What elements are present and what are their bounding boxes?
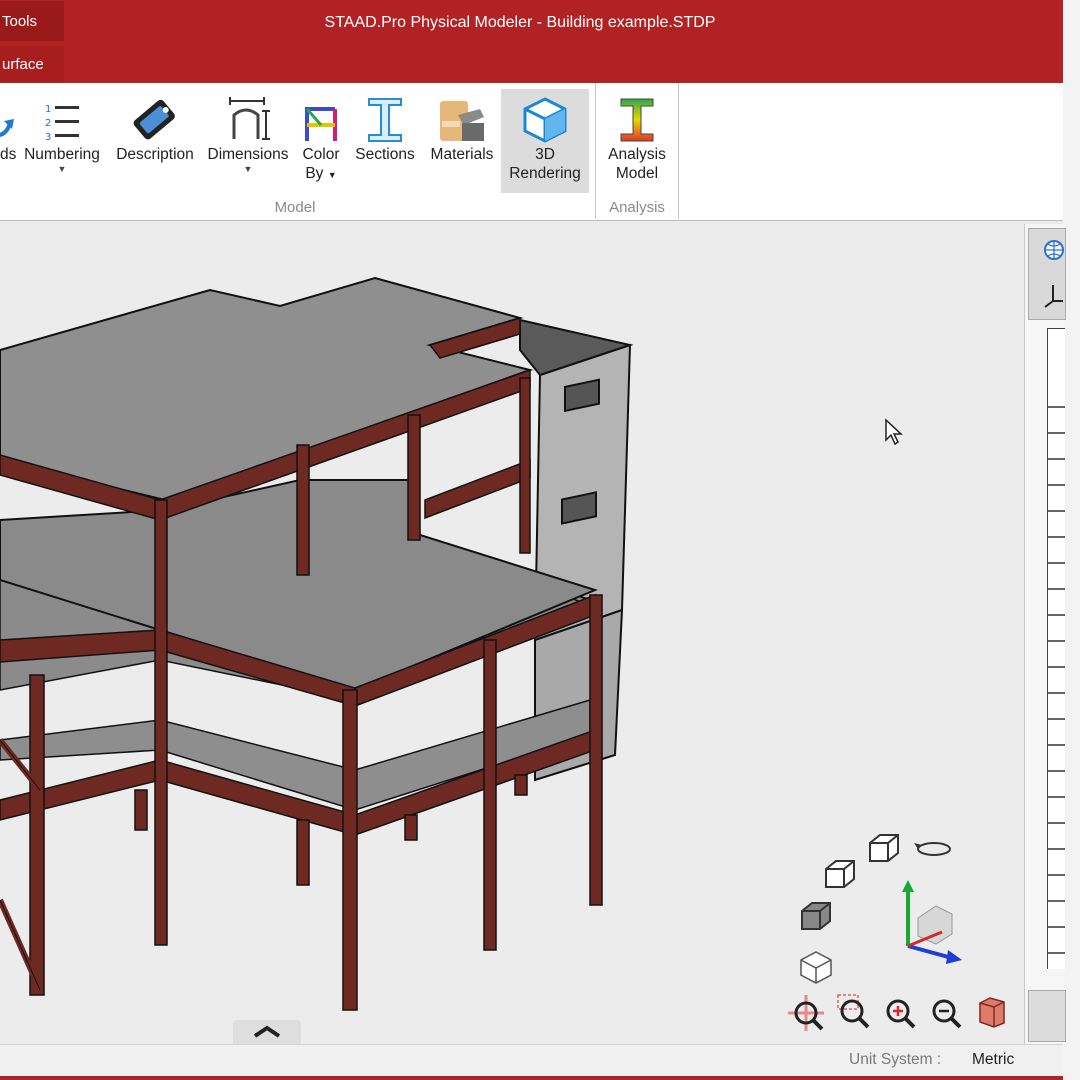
color-frame-icon (296, 83, 346, 145)
numbering-list-icon: 1 2 3 (18, 83, 106, 145)
rendering-label: Rendering (509, 165, 581, 182)
3d-viewport[interactable] (0, 221, 1022, 1044)
context-tab-surface[interactable]: urface (0, 46, 64, 82)
model-label: Model (615, 165, 659, 182)
sections-button[interactable]: Sections (350, 83, 420, 193)
panel-button[interactable] (1028, 990, 1066, 1042)
rotate-view-icon[interactable] (914, 837, 954, 861)
analysis-model-button[interactable]: Analysis Model (600, 83, 674, 193)
mouse-cursor-icon (885, 418, 903, 446)
panel-tab-strip (1028, 228, 1066, 320)
tag-icon (110, 83, 200, 145)
color-by-button[interactable]: Color By ▼ (296, 83, 346, 193)
ribbon: ds 1 2 3 Numbering ▼ Description Dimensi… (0, 83, 1063, 221)
axes-icon[interactable] (1043, 281, 1065, 309)
zoom-out-icon[interactable] (926, 993, 966, 1033)
dimension-frame-icon (202, 83, 294, 145)
view-cube-iso-icon[interactable] (822, 857, 858, 893)
numbering-label: Numbering (24, 146, 100, 163)
title-bar: Tools urface STAAD.Pro Physical Modeler … (0, 0, 1063, 83)
materials-icon (424, 83, 500, 145)
ruler-scale (1047, 328, 1065, 969)
window-edge (1063, 0, 1080, 1080)
pan-icon[interactable] (784, 993, 828, 1033)
cube-3d-icon (501, 89, 589, 145)
partial-button-label: ds (0, 146, 16, 163)
building-model[interactable] (0, 221, 1022, 1044)
axis-triad-icon (902, 880, 962, 964)
partial-button[interactable]: ds (0, 83, 16, 193)
dimensions-label: Dimensions (207, 146, 289, 163)
unit-system-value[interactable]: Metric (972, 1051, 1014, 1069)
color-by-label: By ▼ (305, 165, 337, 182)
i-beam-section-icon (350, 83, 420, 145)
view-cube-top-icon[interactable] (866, 831, 902, 867)
model-group-label: Model (274, 199, 316, 216)
analysis-beam-icon (600, 83, 674, 145)
group-separator (678, 83, 679, 219)
materials-label: Materials (430, 146, 494, 163)
view-cube-solid-icon[interactable] (798, 899, 834, 935)
analysis-label: Analysis (608, 146, 666, 163)
numbering-dropdown-icon: ▼ (57, 164, 67, 174)
svg-text:2: 2 (45, 118, 51, 129)
expand-panel-button[interactable] (233, 1020, 301, 1044)
group-separator (595, 83, 596, 219)
zoom-in-icon[interactable] (880, 993, 920, 1033)
materials-button[interactable]: Materials (424, 83, 500, 193)
zoom-extents-icon[interactable] (976, 995, 1010, 1029)
3d-rendering-button[interactable]: 3D Rendering (501, 89, 589, 193)
rotate-arrow-icon (0, 83, 16, 145)
dimensions-dropdown-icon: ▼ (243, 164, 253, 174)
zoom-window-icon[interactable] (834, 993, 874, 1033)
dimensions-button[interactable]: Dimensions ▼ (202, 83, 294, 193)
side-panel (1024, 224, 1066, 1044)
numbering-button[interactable]: 1 2 3 Numbering ▼ (18, 83, 106, 193)
chevron-up-icon (253, 1025, 281, 1038)
status-bar: Unit System : Metric (0, 1044, 1063, 1077)
description-label: Description (116, 146, 194, 163)
window-title: STAAD.Pro Physical Modeler - Building ex… (324, 14, 716, 31)
unit-system-label: Unit System : (849, 1051, 942, 1068)
3d-label: 3D (535, 146, 555, 163)
description-button[interactable]: Description (110, 83, 200, 193)
sections-label: Sections (355, 146, 415, 163)
color-label: Color (302, 146, 340, 163)
window-bottom-border (0, 1076, 1063, 1080)
globe-icon[interactable] (1043, 239, 1065, 261)
svg-text:1: 1 (45, 104, 51, 115)
analysis-group-label: Analysis (609, 199, 665, 216)
view-cube-wire-icon[interactable] (798, 949, 834, 985)
context-tab-tools[interactable]: Tools (0, 1, 64, 41)
svg-text:3: 3 (45, 132, 51, 143)
